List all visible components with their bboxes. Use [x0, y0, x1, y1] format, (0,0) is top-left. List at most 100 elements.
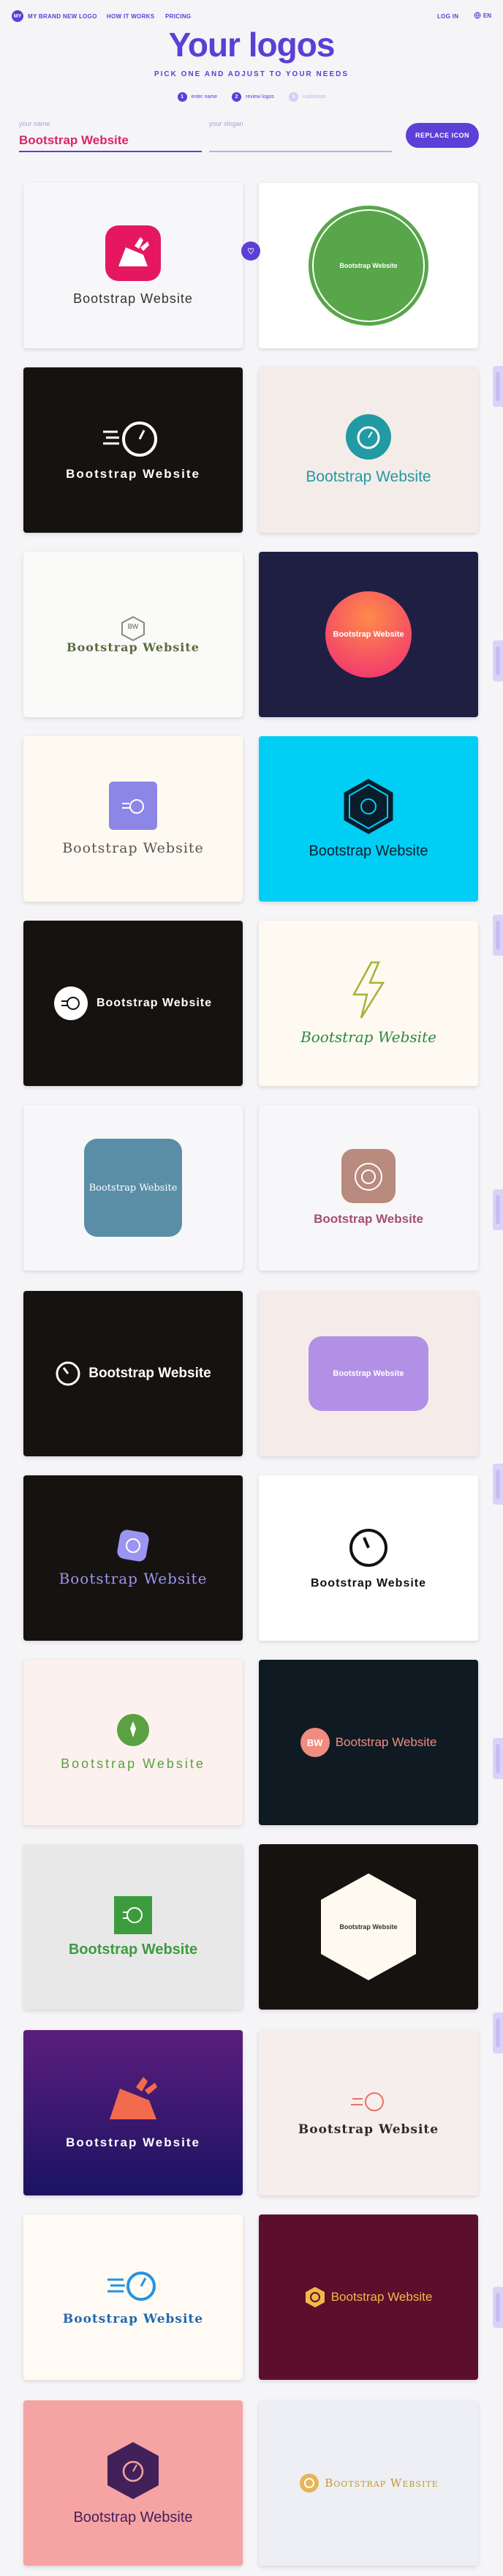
- logo-text: Bootstrap Website: [306, 468, 431, 485]
- logo-text: Bootstrap Website: [339, 262, 398, 269]
- brand-name: MY BRAND NEW LOGO: [28, 12, 97, 20]
- step-number: 1: [177, 92, 187, 102]
- stopwatch-icon: [351, 2092, 384, 2111]
- logo-card[interactable]: Bootstrap Website: [23, 1844, 243, 2010]
- logo-text: Bootstrap Website: [333, 1369, 404, 1378]
- stopwatch-icon: [349, 1529, 387, 1567]
- stopwatch-icon: [109, 782, 157, 830]
- page-subtitle: PICK ONE AND ADJUST TO YOUR NEEDS: [154, 70, 349, 78]
- side-tab[interactable]: [493, 1464, 503, 1505]
- circle-emblem: Bootstrap Website: [309, 206, 428, 326]
- side-tab[interactable]: [493, 2012, 503, 2053]
- logo-card[interactable]: Bootstrap Website: [23, 921, 243, 1086]
- name-field-label: your name: [19, 120, 50, 127]
- stopwatch-icon: [107, 2272, 156, 2301]
- logo-text: Bootstrap Website: [300, 1028, 436, 1046]
- slogan-field[interactable]: your slogan: [209, 120, 392, 152]
- logo-card[interactable]: BW Bootstrap Website: [23, 552, 243, 717]
- logo-text: Bootstrap Website: [88, 1182, 178, 1194]
- logo-text: Bootstrap Website: [88, 1366, 211, 1381]
- stopwatch-icon: [346, 414, 391, 460]
- page-title: Your logos: [168, 26, 336, 64]
- step-label: review logos: [245, 94, 274, 100]
- stopwatch-icon: [103, 422, 157, 457]
- stopwatch-icon: [114, 1895, 152, 1934]
- logo-text: Bootstrap Website: [73, 291, 193, 306]
- logo-text: Bootstrap Website: [66, 467, 200, 481]
- progress-steps: 1 enter name 2 review logos 3 customize: [0, 92, 503, 102]
- logo-text: Bootstrap Website: [73, 2509, 193, 2526]
- logo-card[interactable]: Bootstrap Website: [259, 2400, 478, 2566]
- logo-card[interactable]: Bootstrap Website: [23, 367, 243, 533]
- brand-logo-icon: MY: [12, 10, 23, 22]
- language-label: EN: [483, 12, 491, 19]
- logo-text: Bootstrap Website: [67, 640, 200, 654]
- step-number: 3: [288, 92, 298, 102]
- logo-text: Bootstrap Website: [68, 1941, 198, 1958]
- stopwatch-icon: [300, 2474, 319, 2493]
- nav-login[interactable]: LOG IN: [437, 13, 458, 20]
- logo-card[interactable]: Bootstrap Website: [259, 2214, 478, 2380]
- logo-card[interactable]: BW Bootstrap Website: [259, 1660, 478, 1825]
- nav-how-it-works[interactable]: HOW IT WORKS: [107, 13, 154, 20]
- step-label: enter name: [191, 94, 217, 100]
- hexagon-stopwatch-icon: [344, 778, 393, 834]
- gradient-emblem: Bootstrap Website: [325, 591, 412, 678]
- monogram: BW: [300, 1728, 330, 1757]
- logo-text: Bootstrap Website: [314, 1212, 423, 1226]
- logo-text: Bootstrap Website: [309, 842, 428, 859]
- side-tab[interactable]: [493, 915, 503, 956]
- logo-card[interactable]: Bootstrap Website: [259, 921, 478, 1086]
- logo-card[interactable]: Bootstrap Website: [259, 736, 478, 902]
- logo-card[interactable]: Bootstrap Website: [259, 183, 478, 348]
- logo-card[interactable]: Bootstrap Website: [259, 367, 478, 533]
- replace-icon-button[interactable]: REPLACE ICON: [406, 123, 479, 148]
- logo-text: Bootstrap Website: [96, 997, 213, 1009]
- hexagon-stopwatch-icon: [305, 2287, 325, 2307]
- logo-card[interactable]: Bootstrap Website: [259, 2030, 478, 2195]
- cushion-emblem: Bootstrap Website: [309, 1336, 428, 1411]
- logo-card[interactable]: Bootstrap Website: [23, 2400, 243, 2566]
- logo-card[interactable]: Bootstrap Website: [259, 1475, 478, 1641]
- logo-text: Bootstrap Website: [298, 2122, 439, 2137]
- side-tab[interactable]: [493, 640, 503, 681]
- heart-icon[interactable]: ♡: [241, 242, 260, 261]
- name-field-value[interactable]: Bootstrap Website: [19, 133, 129, 147]
- logo-card[interactable]: Bootstrap Website: [259, 552, 478, 717]
- step-label: customize: [302, 94, 326, 100]
- logo-text: Bootstrap Website: [58, 1570, 208, 1587]
- step-review-logos[interactable]: 2 review logos: [231, 92, 274, 102]
- logo-text: Bootstrap Website: [330, 2290, 433, 2304]
- logo-card[interactable]: Bootstrap Website: [259, 1291, 478, 1456]
- stopwatch-icon: [341, 1149, 396, 1203]
- logo-card[interactable]: Bootstrap Website: [23, 736, 243, 902]
- monogram: BW: [127, 622, 139, 630]
- torch-icon: [117, 1713, 149, 1746]
- brand[interactable]: MY MY BRAND NEW LOGO: [12, 10, 97, 22]
- logo-text: Bootstrap Website: [335, 1735, 437, 1749]
- logo-text: Bootstrap Website: [339, 1923, 398, 1931]
- stopwatch-icon: [117, 1530, 149, 1562]
- side-tab[interactable]: [493, 1738, 503, 1779]
- side-tab[interactable]: [493, 366, 503, 407]
- side-tab[interactable]: [493, 2287, 503, 2328]
- lightning-icon: [352, 961, 385, 1019]
- language-selector[interactable]: EN: [474, 12, 491, 19]
- logo-text: Bootstrap Website: [66, 2135, 200, 2149]
- side-tab[interactable]: [493, 1189, 503, 1230]
- step-customize[interactable]: 3 customize: [288, 92, 326, 102]
- logo-card[interactable]: Bootstrap Website: [23, 1475, 243, 1641]
- logo-card[interactable]: Bootstrap Website: [23, 183, 243, 348]
- name-field[interactable]: your name Bootstrap Website: [19, 120, 202, 152]
- logo-card[interactable]: Bootstrap Website: [23, 1291, 243, 1456]
- logo-card[interactable]: Bootstrap Website: [259, 1105, 478, 1270]
- logo-card[interactable]: Bootstrap Website: [23, 1660, 243, 1825]
- logo-card[interactable]: Bootstrap Website: [23, 2030, 243, 2195]
- logo-text: Bootstrap Website: [61, 1756, 205, 1771]
- step-enter-name[interactable]: 1 enter name: [177, 92, 217, 102]
- nav-pricing[interactable]: PRICING: [165, 13, 191, 20]
- logo-text: Bootstrap Website: [62, 2312, 204, 2326]
- logo-card[interactable]: Bootstrap Website: [259, 1844, 478, 2010]
- logo-card[interactable]: Bootstrap Website: [23, 1105, 243, 1270]
- logo-card[interactable]: Bootstrap Website: [23, 2214, 243, 2380]
